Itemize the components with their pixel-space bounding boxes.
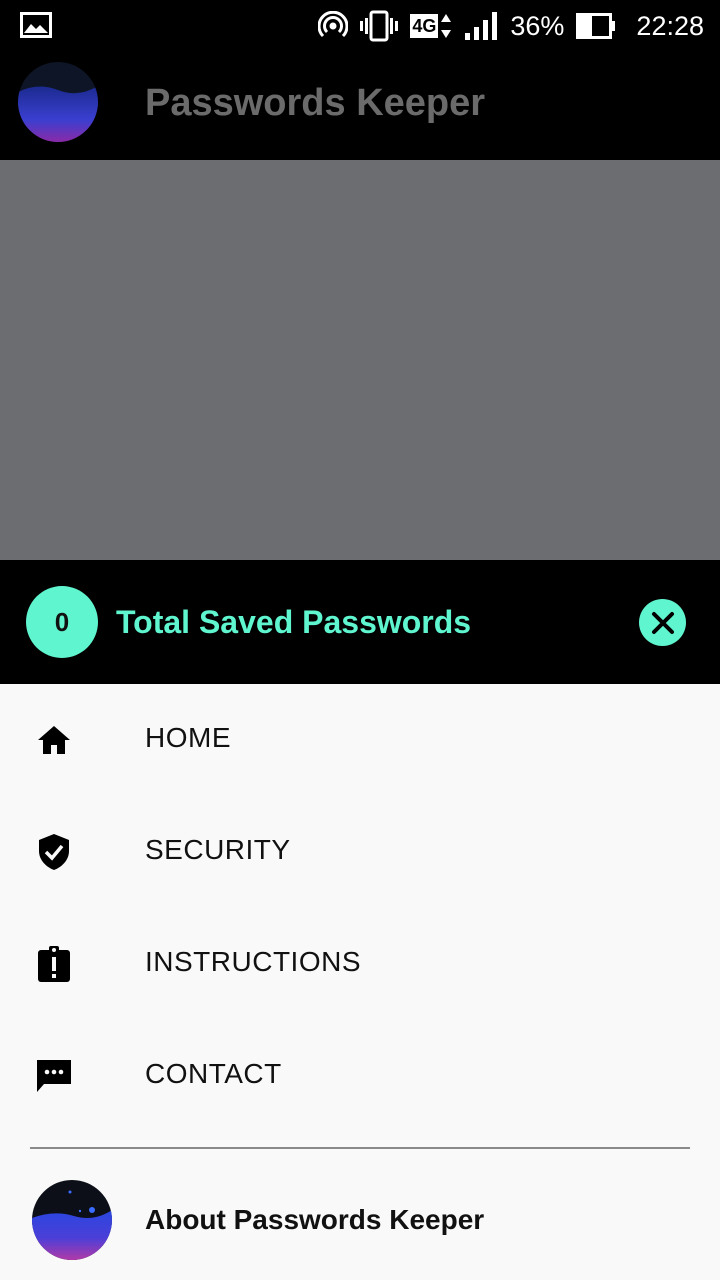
menu-item-label: HOME — [145, 722, 231, 753]
menu-item-about[interactable]: About Passwords Keeper — [0, 1164, 720, 1280]
menu-item-label: CONTACT — [145, 1058, 282, 1089]
close-drawer-button[interactable] — [639, 599, 686, 646]
app-logo-icon — [32, 1180, 112, 1260]
menu-item-contact[interactable]: CONTACT — [0, 1020, 720, 1132]
about-label: About Passwords Keeper — [145, 1204, 485, 1235]
status-bar: 4G 36% 22:28 — [0, 0, 720, 52]
close-icon — [651, 611, 674, 634]
menu-divider — [30, 1147, 690, 1149]
gallery-notification-icon — [20, 12, 52, 38]
menu-item-instructions[interactable]: INSTRUCTIONS — [0, 908, 720, 1020]
network-4g-icon: 4G — [410, 12, 452, 40]
menu-item-home[interactable]: HOME — [0, 684, 720, 796]
drawer-menu: HOME SECURITY INSTRUCTIONS CONTACT About… — [0, 684, 720, 1280]
status-icons: 4G 36% 22:28 — [318, 0, 704, 52]
battery-percent: 36% — [510, 10, 565, 41]
clock: 22:28 — [636, 10, 704, 41]
vibrate-icon — [360, 10, 399, 42]
saved-count-label: Total Saved Passwords — [116, 604, 472, 640]
menu-item-label: INSTRUCTIONS — [145, 946, 361, 977]
signal-icon — [465, 12, 498, 40]
app-bar: Passwords Keeper — [0, 52, 720, 160]
battery-icon — [576, 13, 616, 39]
saved-count-badge: 0 — [26, 586, 98, 658]
clipboard-alert-icon — [38, 946, 70, 982]
home-icon — [38, 726, 70, 754]
screen: 4G 36% 22:28 Passwords Keeper 0 Total Sa… — [0, 0, 720, 1280]
shield-check-icon — [39, 834, 69, 870]
network-type: 4G — [410, 14, 439, 38]
scrim-overlay[interactable] — [0, 160, 720, 560]
menu-item-security[interactable]: SECURITY — [0, 796, 720, 908]
chat-icon — [37, 1060, 71, 1092]
app-title: Passwords Keeper — [145, 82, 486, 124]
hotspot-icon — [318, 11, 349, 38]
app-logo-icon[interactable] — [18, 62, 98, 142]
drawer-header: 0 Total Saved Passwords — [0, 560, 720, 684]
menu-item-label: SECURITY — [145, 834, 291, 865]
